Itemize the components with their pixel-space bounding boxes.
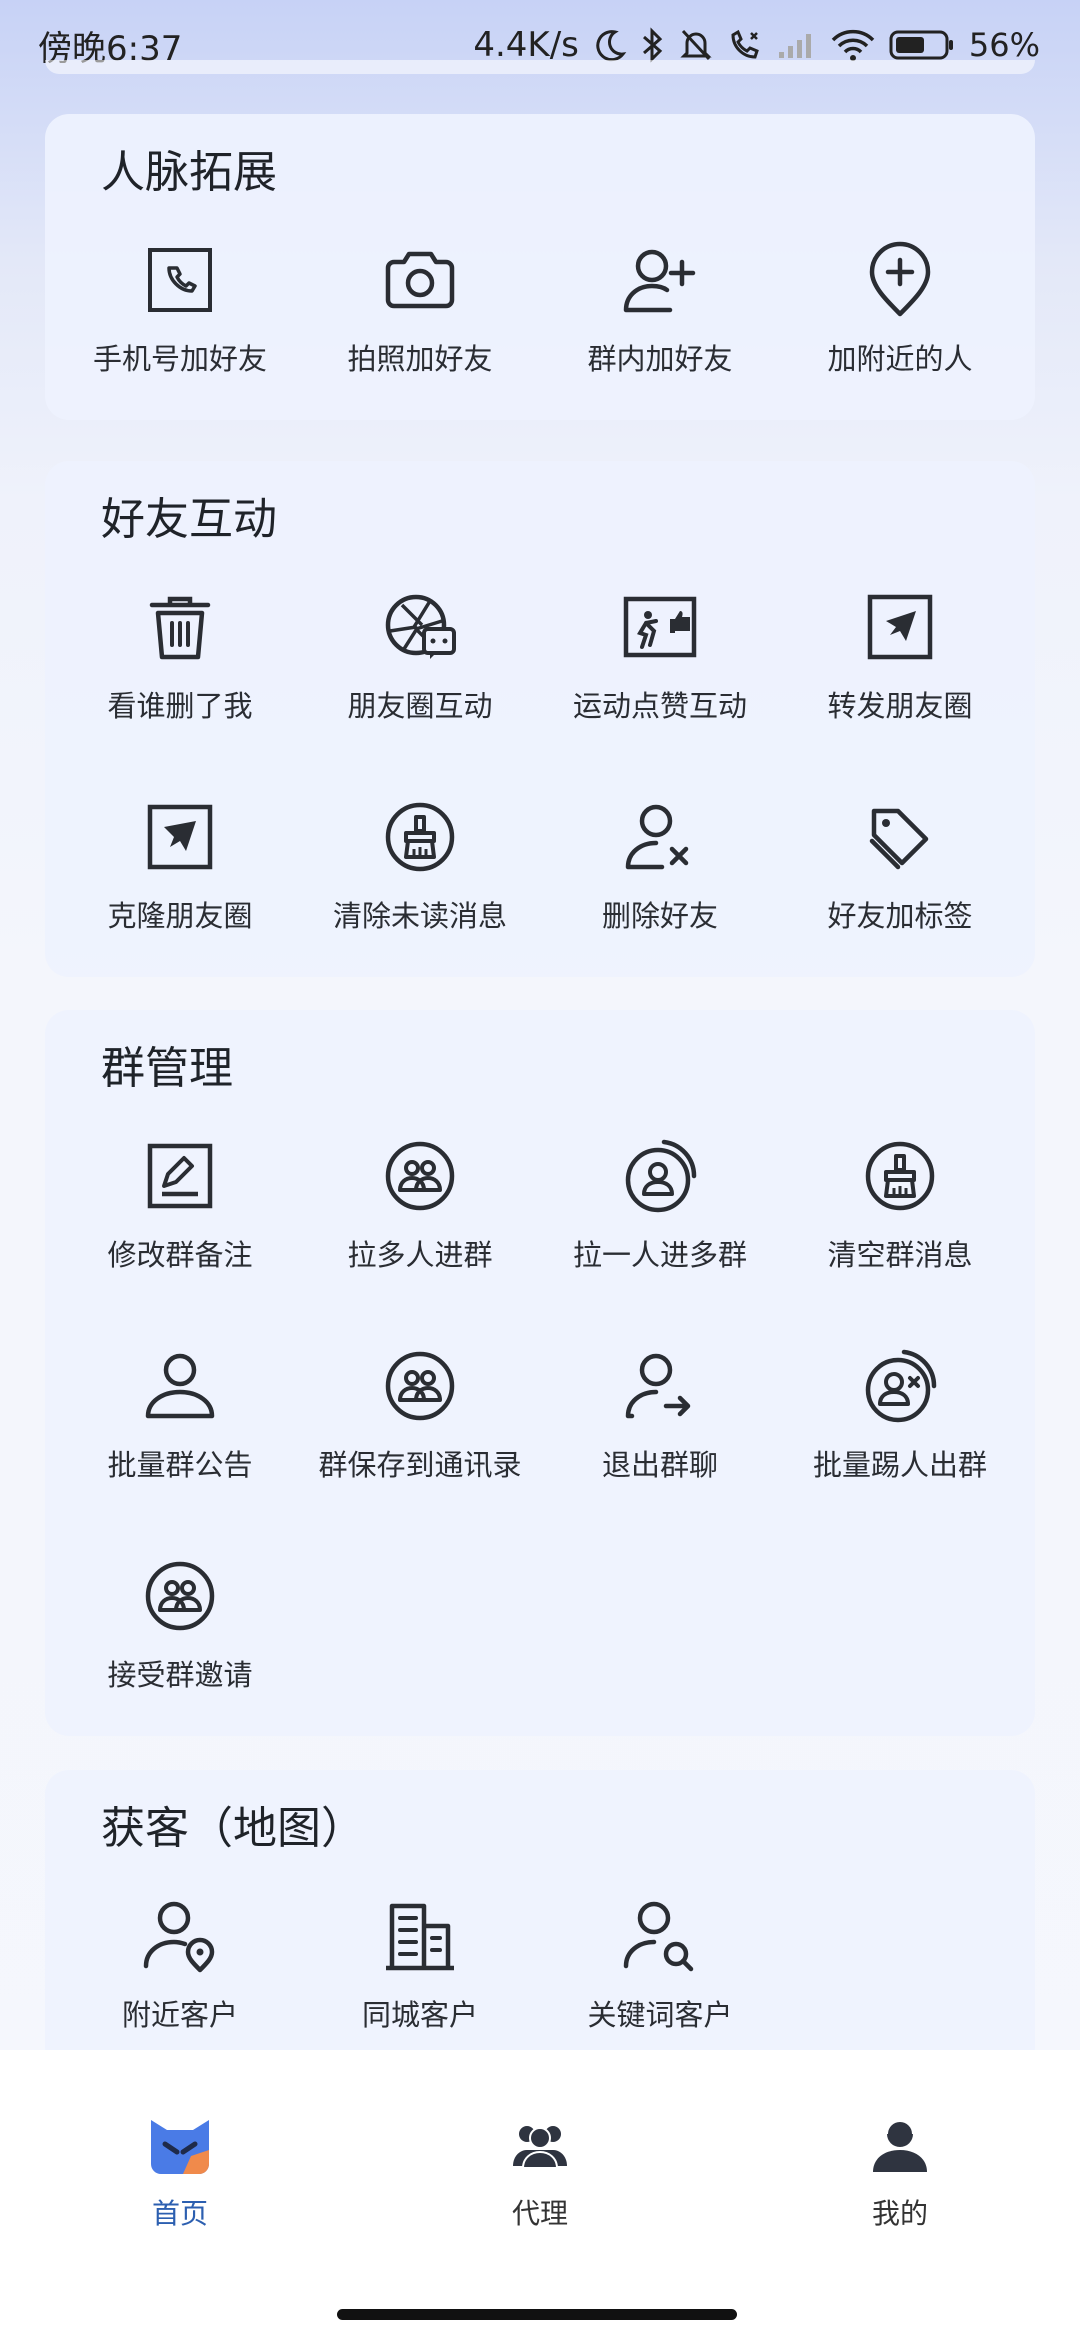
bottom-nav: 首页 代理 我的 <box>0 2050 1080 2340</box>
add-nearby-people[interactable]: 加附近的人 <box>780 220 1020 430</box>
user-circle-x-icon <box>865 1349 937 1423</box>
clone-moments[interactable]: 克隆朋友圈 <box>60 777 300 987</box>
mute-bell-icon <box>680 29 712 61</box>
forward-moments[interactable]: 转发朋友圈 <box>780 567 1020 777</box>
trash-icon <box>149 596 211 660</box>
user-outline-icon <box>145 1353 215 1419</box>
group-circle-icon <box>385 1141 455 1211</box>
section-map-acquisition: 获客（地图） 附近客户 同城客户 关键词客户 <box>45 1770 1035 2070</box>
friend-add-tag[interactable]: 好友加标签 <box>780 777 1020 987</box>
agents-icon <box>513 2126 567 2169</box>
user-circle-arc-icon <box>625 1139 697 1213</box>
user-location-icon <box>143 1901 215 1973</box>
home-indicator[interactable] <box>337 2309 737 2320</box>
forward-square-icon <box>867 594 933 660</box>
add-friend-by-photo[interactable]: 拍照加好友 <box>300 220 540 430</box>
status-bar: 傍晚6:37 4.4K/s 56% <box>0 0 1080 90</box>
accept-group-invitation[interactable]: 接受群邀请 <box>60 1536 300 1746</box>
clear-unread-messages[interactable]: 清除未读消息 <box>300 777 540 987</box>
delete-friend[interactable]: 删除好友 <box>540 777 780 987</box>
battery-percent: 56% <box>968 26 1040 64</box>
group-circle-icon <box>145 1561 215 1631</box>
group-circle-icon <box>385 1351 455 1421</box>
nav-home[interactable]: 首页 <box>80 2116 280 2232</box>
broom-circle-icon <box>865 1141 935 1211</box>
location-plus-icon <box>869 241 931 317</box>
section-title: 获客（地图） <box>101 1803 365 1854</box>
section-network-expand: 人脉拓展 手机号加好友 拍照加好友 群内加好友 加附近的人 <box>45 114 1035 420</box>
sport-like-icon <box>623 596 697 658</box>
moon-icon <box>596 30 627 62</box>
user-exit-icon <box>625 1353 691 1419</box>
nav-profile[interactable]: 我的 <box>800 2116 1000 2232</box>
sport-like-interaction[interactable]: 运动点赞互动 <box>540 567 780 777</box>
wifi-icon <box>831 29 875 61</box>
battery-icon <box>889 30 953 60</box>
section-title: 好友互动 <box>101 494 277 545</box>
user-plus-icon <box>623 249 696 313</box>
status-icons: 4.4K/s 56% <box>473 25 1040 65</box>
section-title: 群管理 <box>101 1043 233 1094</box>
tags-icon <box>869 808 929 870</box>
add-friend-in-group[interactable]: 群内加好友 <box>540 220 780 430</box>
buildings-icon <box>386 1903 454 1971</box>
call-icon <box>731 29 759 59</box>
invite-multiple-to-group[interactable]: 拉多人进群 <box>300 1116 540 1326</box>
save-group-to-contacts[interactable]: 群保存到通讯录 <box>300 1326 540 1536</box>
moments-interaction[interactable]: 朋友圈互动 <box>300 567 540 777</box>
header-strip <box>45 60 1035 74</box>
edit-square-icon <box>147 1143 213 1209</box>
user-remove-icon <box>625 804 689 870</box>
moments-chat-icon <box>385 594 456 659</box>
home-logo-icon <box>151 2120 209 2174</box>
add-friend-by-phone[interactable]: 手机号加好友 <box>60 220 300 430</box>
batch-kick-from-group[interactable]: 批量踢人出群 <box>780 1326 1020 1536</box>
camera-icon <box>385 251 455 309</box>
nav-agent[interactable]: 代理 <box>440 2116 640 2232</box>
section-title: 人脉拓展 <box>101 147 277 198</box>
broom-circle-icon <box>385 802 455 872</box>
batch-group-announcement[interactable]: 批量群公告 <box>60 1326 300 1536</box>
edit-group-remark[interactable]: 修改群备注 <box>60 1116 300 1326</box>
bluetooth-icon <box>642 27 663 63</box>
clone-square-icon <box>147 804 213 870</box>
signal-icon <box>778 34 811 58</box>
user-search-icon <box>623 1901 694 1972</box>
invite-one-to-multiple-groups[interactable]: 拉一人进多群 <box>540 1116 780 1326</box>
network-speed: 4.4K/s <box>473 25 579 65</box>
clear-group-messages[interactable]: 清空群消息 <box>780 1116 1020 1326</box>
section-group-management: 群管理 修改群备注 拉多人进群 拉一人进多群 清空群消息 批量群公告 群保存到通… <box>45 1010 1035 1736</box>
section-friend-interaction: 好友互动 看谁删了我 朋友圈互动 运动点赞互动 转发朋友圈 克隆朋友圈 清除未读… <box>45 461 1035 977</box>
phone-square-icon <box>148 248 212 312</box>
exit-group-chat[interactable]: 退出群聊 <box>540 1326 780 1536</box>
profile-icon <box>873 2120 927 2172</box>
who-deleted-me[interactable]: 看谁删了我 <box>60 567 300 777</box>
